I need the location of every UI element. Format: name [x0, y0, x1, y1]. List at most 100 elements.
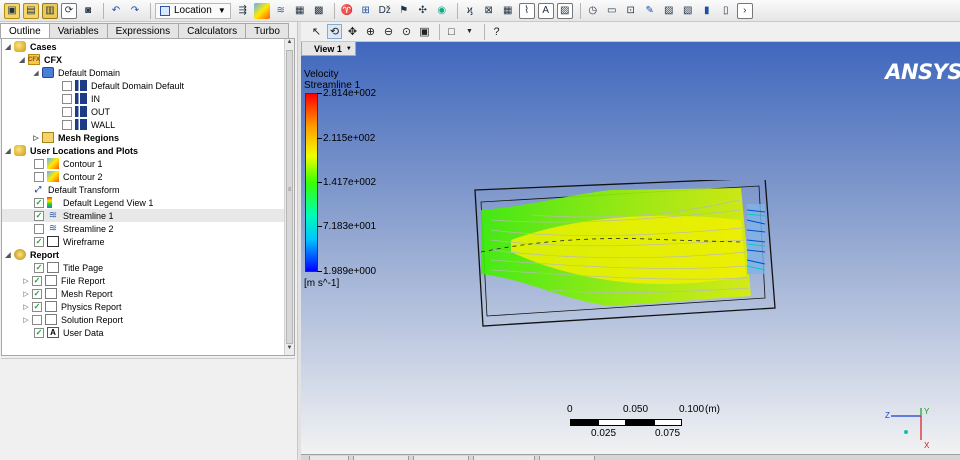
tree-item-boundary[interactable]: OUT	[62, 105, 110, 118]
tree-item-mesh-regions[interactable]: ▷ Mesh Regions	[32, 131, 119, 144]
visibility-checkbox[interactable]: ✓	[34, 236, 44, 247]
include-checkbox[interactable]	[32, 314, 42, 325]
visibility-checkbox[interactable]	[34, 158, 44, 169]
macro-icon[interactable]: ▧	[680, 3, 696, 19]
tab-variables[interactable]: Variables	[48, 23, 108, 38]
instance-transform-icon[interactable]: ✣	[415, 3, 431, 19]
tab-turbo[interactable]: Turbo	[245, 23, 289, 38]
report-icon[interactable]: ▮	[699, 3, 715, 19]
tree-item-streamline-2[interactable]: ≋ Streamline 2	[34, 222, 114, 235]
redo-icon[interactable]: ↷	[127, 3, 143, 19]
text-icon[interactable]: ⊞	[358, 3, 374, 19]
tree-item-default-domain[interactable]: ◢ Default Domain	[32, 66, 120, 79]
tree-item-report[interactable]: ◢ Report	[4, 248, 59, 261]
animation-icon[interactable]: ▭	[604, 3, 620, 19]
tree-item-default-transform[interactable]: ⤢ Default Transform	[32, 183, 120, 196]
visibility-checkbox[interactable]	[62, 93, 72, 104]
zoom-box-icon[interactable]: ⊖	[381, 24, 396, 39]
chevron-down-icon[interactable]: ▼	[462, 24, 477, 39]
scroll-up-icon[interactable]: ▲	[285, 39, 294, 49]
volume-rendering-icon[interactable]: ▦	[292, 3, 308, 19]
zoom-fit-icon[interactable]: ⊙	[399, 24, 414, 39]
tab-outline[interactable]: Outline	[0, 23, 50, 39]
timestep-icon[interactable]: ◷	[585, 3, 601, 19]
load-state-icon[interactable]: ▤	[23, 2, 39, 19]
tree-item-title-page[interactable]: ✓ Title Page	[34, 261, 103, 274]
tree-item-mesh-report[interactable]: ▷ ✓ Mesh Report	[22, 287, 113, 300]
comment-icon[interactable]: A	[537, 2, 554, 19]
export-icon[interactable]: ▯	[718, 3, 734, 19]
include-checkbox[interactable]: ✓	[32, 301, 42, 312]
undo-icon[interactable]: ↶	[108, 3, 124, 19]
figure-icon[interactable]: ▨	[556, 2, 573, 19]
tree-item-user-data[interactable]: ✓ A User Data	[34, 326, 104, 339]
include-checkbox[interactable]: ✓	[32, 288, 42, 299]
expand-icon[interactable]: ▷	[32, 134, 40, 142]
viewport-layout-icon[interactable]: □	[444, 24, 459, 39]
collapse-icon[interactable]: ◢	[4, 147, 12, 155]
tree-item-user-locations[interactable]: ◢ User Locations and Plots	[4, 144, 138, 157]
select-icon[interactable]: ↖	[309, 24, 324, 39]
location-dropdown[interactable]: Location ▼	[155, 2, 231, 19]
include-checkbox[interactable]: ✓	[32, 275, 42, 286]
rotate-icon[interactable]: ⟲	[327, 24, 342, 39]
visibility-checkbox[interactable]	[62, 119, 72, 130]
tree-item-boundary[interactable]: Default Domain Default	[62, 79, 184, 92]
scroll-down-icon[interactable]: ▼	[285, 345, 294, 355]
tree-scrollbar[interactable]: ▲ ≡ ▼	[284, 39, 294, 355]
quick-editor-icon[interactable]: ⊡	[623, 3, 639, 19]
visibility-checkbox[interactable]: ✓	[34, 210, 44, 221]
3d-viewport[interactable]: View 1 ▼ ANSYS Velocity Streamline 1 2.8…	[301, 42, 960, 460]
tree-item-cases[interactable]: ◢ Cases	[4, 40, 57, 53]
visibility-checkbox[interactable]	[62, 106, 72, 117]
collapse-icon[interactable]: ◢	[32, 69, 40, 77]
tab-table-viewer[interactable]	[353, 456, 409, 460]
visibility-checkbox[interactable]: ✓	[34, 197, 44, 208]
tree-item-solution-report[interactable]: ▷ Solution Report	[22, 313, 123, 326]
expand-icon[interactable]: ▷	[22, 303, 30, 311]
vector-icon[interactable]: ⇶	[235, 3, 251, 19]
visibility-checkbox[interactable]	[34, 223, 44, 234]
tree-item-boundary[interactable]: IN	[62, 92, 100, 105]
contour-icon[interactable]	[253, 2, 270, 19]
camera-icon[interactable]: ◙	[80, 3, 96, 19]
table-icon[interactable]: ▦	[500, 3, 516, 19]
tab-3d-viewer[interactable]	[309, 456, 349, 460]
color-map-icon[interactable]: ◉	[434, 3, 450, 19]
expand-icon[interactable]: ▷	[22, 316, 30, 324]
tree-item-streamline-1[interactable]: ✓ ≋ Streamline 1	[2, 209, 286, 222]
help-icon[interactable]: ?	[489, 24, 504, 39]
collapse-icon[interactable]: ◢	[18, 56, 26, 64]
tree-item-boundary[interactable]: WALL	[62, 118, 115, 131]
tree-item-wireframe[interactable]: ✓ Wireframe	[34, 235, 105, 248]
expand-icon[interactable]: ▷	[22, 277, 30, 285]
tree-item-physics-report[interactable]: ▷ ✓ Physics Report	[22, 300, 122, 313]
chart-icon[interactable]: ⌇	[518, 2, 535, 19]
collapse-icon[interactable]: ◢	[4, 43, 12, 51]
variable-icon[interactable]: ϗ	[462, 3, 478, 19]
axis-triad[interactable]: Z Y X	[881, 406, 941, 450]
tab-report-viewer[interactable]	[539, 456, 595, 460]
refresh-icon[interactable]: ⟳	[61, 2, 77, 19]
tree-item-contour-2[interactable]: Contour 2	[34, 170, 103, 183]
tab-expressions[interactable]: Expressions	[106, 23, 180, 38]
tree-item-file-report[interactable]: ▷ ✓ File Report	[22, 274, 105, 287]
tab-comment-viewer[interactable]	[473, 456, 535, 460]
probe-icon[interactable]: ✎	[642, 3, 658, 19]
include-checkbox[interactable]: ✓	[34, 262, 44, 273]
fit-view-icon[interactable]: ▣	[417, 24, 432, 39]
legend-icon[interactable]: ⚑	[396, 3, 412, 19]
tab-calculators[interactable]: Calculators	[178, 23, 247, 38]
coordinate-frame-icon[interactable]: ǅ	[377, 3, 393, 19]
save-state-icon[interactable]: ▥	[42, 2, 58, 19]
scroll-thumb[interactable]	[286, 50, 293, 344]
view-selector[interactable]: View 1 ▼	[301, 42, 356, 56]
isosurface-icon[interactable]: ♈	[339, 3, 355, 19]
pan-icon[interactable]: ✥	[345, 24, 360, 39]
new-case-icon[interactable]: ▣	[4, 2, 20, 19]
tree-item-contour-1[interactable]: Contour 1	[34, 157, 103, 170]
particle-track-icon[interactable]: ▩	[311, 3, 327, 19]
visibility-checkbox[interactable]	[62, 80, 72, 91]
tree-item-cfx[interactable]: ◢ CFX CFX	[18, 53, 62, 66]
tab-chart-viewer[interactable]	[413, 456, 469, 460]
